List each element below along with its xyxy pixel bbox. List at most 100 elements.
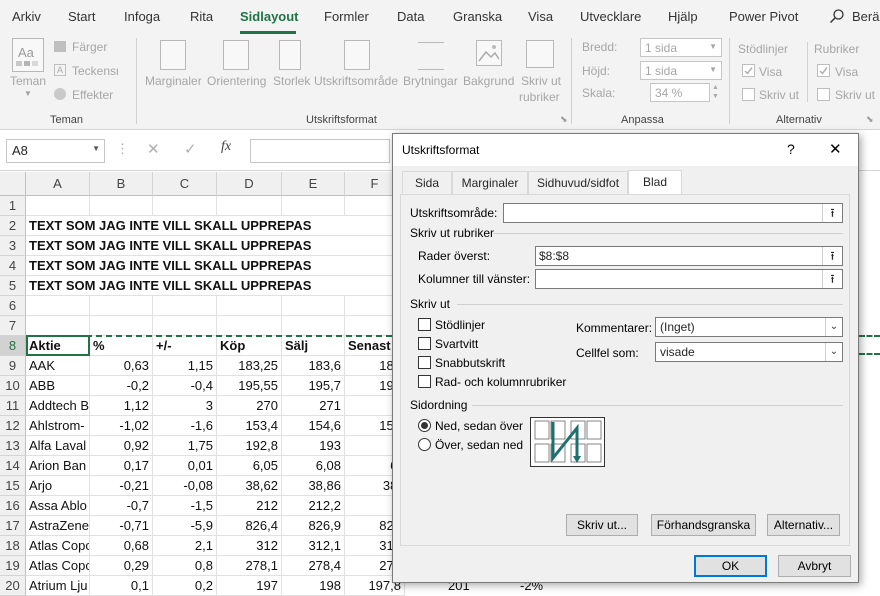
tab-granska[interactable]: Granska xyxy=(453,9,502,24)
grid-cell[interactable] xyxy=(26,196,90,216)
background-button[interactable]: Bakgrund xyxy=(463,74,514,88)
down-then-over-radio[interactable] xyxy=(418,419,431,432)
orientation-button[interactable]: Orientering xyxy=(207,74,266,88)
headings-print-checkbox[interactable] xyxy=(817,88,830,101)
size-button[interactable]: Storlek xyxy=(273,74,310,88)
collapse-dialog-icon[interactable]: ⭱ xyxy=(822,270,842,288)
tab-sidhuvud-sidfot[interactable]: Sidhuvud/sidfot xyxy=(528,171,628,194)
grid-cell[interactable]: 183,6 xyxy=(282,356,345,376)
search-icon[interactable] xyxy=(829,8,845,27)
grid-cell[interactable]: 271 xyxy=(282,396,345,416)
cancel-button[interactable]: Avbryt xyxy=(778,555,851,577)
grid-cell[interactable] xyxy=(217,196,282,216)
grid-cell[interactable] xyxy=(153,196,217,216)
cell-errors-select[interactable]: visade ⌄ xyxy=(655,342,843,362)
grid-cell[interactable]: 312 xyxy=(217,536,282,556)
grid-cell[interactable]: Köp xyxy=(217,336,282,356)
margins-icon[interactable] xyxy=(160,40,186,70)
grid-cell[interactable]: Atrium Lju xyxy=(26,576,90,596)
row-header[interactable]: 5 xyxy=(0,276,26,296)
row-header[interactable]: 4 xyxy=(0,256,26,276)
row-header[interactable]: 20 xyxy=(0,576,26,596)
margins-button[interactable]: Marginaler xyxy=(145,74,202,88)
grid-cell[interactable]: 0,29 xyxy=(90,556,153,576)
row-header[interactable]: 7 xyxy=(0,316,26,336)
row-header[interactable]: 12 xyxy=(0,416,26,436)
grid-cell[interactable]: 1,12 xyxy=(90,396,153,416)
grid-cell[interactable]: 6,08 xyxy=(282,456,345,476)
print-area-icon[interactable] xyxy=(344,40,370,70)
grid-cell[interactable]: 0,01 xyxy=(153,456,217,476)
rows-top-input[interactable]: $8:$8 xyxy=(535,246,843,266)
grid-cell[interactable]: TEXT SOM JAG INTE VILL SKALL UPPREPAS xyxy=(26,216,396,236)
grid-cell[interactable]: 212,2 xyxy=(282,496,345,516)
grid-cell[interactable]: 278,1 xyxy=(217,556,282,576)
grid-cell[interactable] xyxy=(217,316,282,336)
row-header[interactable]: 17 xyxy=(0,516,26,536)
height-select[interactable]: 1 sida ▼ xyxy=(640,61,722,80)
grid-cell[interactable]: Sälj xyxy=(282,336,345,356)
grid-cell[interactable]: 270 xyxy=(217,396,282,416)
black-white-checkbox[interactable] xyxy=(418,337,431,350)
collapse-dialog-icon[interactable]: ⭱ xyxy=(822,247,842,265)
grid-cell[interactable]: 0,8 xyxy=(153,556,217,576)
column-header-a[interactable]: A xyxy=(26,172,90,196)
column-header-e[interactable]: E xyxy=(282,172,345,196)
grid-cell[interactable]: 0,1 xyxy=(90,576,153,596)
grid-cell[interactable]: 192,8 xyxy=(217,436,282,456)
tab-data[interactable]: Data xyxy=(397,9,424,24)
draft-quality-checkbox[interactable] xyxy=(418,356,431,369)
size-icon[interactable] xyxy=(279,40,301,70)
effects-button[interactable]: Effekter xyxy=(72,88,113,102)
grid-cell[interactable]: 0,63 xyxy=(90,356,153,376)
grid-cell[interactable]: Ahlstrom- xyxy=(26,416,90,436)
search-label[interactable]: Berä xyxy=(852,9,879,24)
grid-cell[interactable]: 312,1 xyxy=(282,536,345,556)
grid-cell[interactable] xyxy=(282,316,345,336)
tab-power-pivot[interactable]: Power Pivot xyxy=(729,9,798,24)
row-header[interactable]: 3 xyxy=(0,236,26,256)
row-header[interactable]: 18 xyxy=(0,536,26,556)
grid-cell[interactable]: 153,4 xyxy=(217,416,282,436)
grid-cell[interactable]: Alfa Laval xyxy=(26,436,90,456)
grid-cell[interactable]: 195,7 xyxy=(282,376,345,396)
grid-cell[interactable]: -0,21 xyxy=(90,476,153,496)
grid-cell[interactable] xyxy=(282,196,345,216)
print-button[interactable]: Skriv ut... xyxy=(566,514,638,536)
orientation-icon[interactable] xyxy=(223,40,249,70)
breaks-button[interactable]: Brytningar xyxy=(403,74,458,88)
grid-cell[interactable]: ABB xyxy=(26,376,90,396)
tab-infoga[interactable]: Infoga xyxy=(124,9,160,24)
grid-cell[interactable]: % xyxy=(90,336,153,356)
grid-cell[interactable]: TEXT SOM JAG INTE VILL SKALL UPPREPAS xyxy=(26,256,396,276)
row-col-headings-checkbox[interactable] xyxy=(418,375,431,388)
tab-sidlayout[interactable]: Sidlayout xyxy=(240,9,299,24)
print-titles-icon[interactable] xyxy=(526,40,554,68)
row-header[interactable]: 15 xyxy=(0,476,26,496)
cancel-icon[interactable]: ✕ xyxy=(147,140,160,158)
column-header-d[interactable]: D xyxy=(217,172,282,196)
grid-cell[interactable]: -0,08 xyxy=(153,476,217,496)
grid-cell[interactable]: -0,7 xyxy=(90,496,153,516)
grid-cell[interactable]: 6,05 xyxy=(217,456,282,476)
row-header[interactable]: 6 xyxy=(0,296,26,316)
grid-cell[interactable] xyxy=(153,316,217,336)
ok-button[interactable]: OK xyxy=(694,555,767,577)
grid-cell[interactable] xyxy=(90,296,153,316)
print-preview-button[interactable]: Förhandsgranska xyxy=(651,514,756,536)
grid-cell[interactable]: 38,62 xyxy=(217,476,282,496)
grid-cell[interactable] xyxy=(217,296,282,316)
over-then-down-radio[interactable] xyxy=(418,438,431,451)
grid-cell[interactable]: 3 xyxy=(153,396,217,416)
dialog-launcher-icon[interactable]: ⬊ xyxy=(866,114,874,125)
grid-cell[interactable]: 1,75 xyxy=(153,436,217,456)
grid-cell[interactable]: -0,4 xyxy=(153,376,217,396)
grid-cell[interactable] xyxy=(26,296,90,316)
grid-cell[interactable]: 278,4 xyxy=(282,556,345,576)
print-titles-button-line1[interactable]: Skriv ut xyxy=(521,74,561,88)
tab-rita[interactable]: Rita xyxy=(190,9,213,24)
grid-cell[interactable]: 193 xyxy=(282,436,345,456)
row-header[interactable]: 19 xyxy=(0,556,26,576)
grid-cell[interactable]: -1,6 xyxy=(153,416,217,436)
grid-cell[interactable]: 0,17 xyxy=(90,456,153,476)
